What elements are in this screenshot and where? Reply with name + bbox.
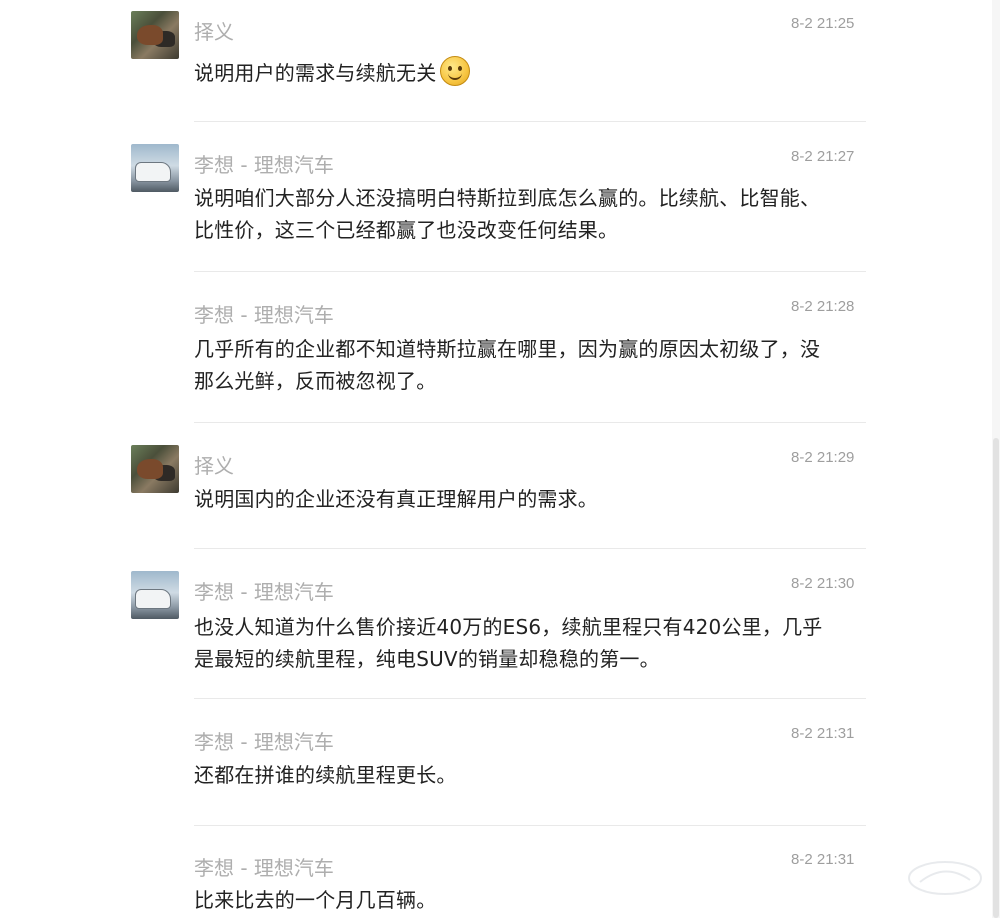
avatar[interactable] xyxy=(131,571,179,619)
comment-text: 比来比去的一个月几百辆。 xyxy=(194,888,437,912)
comment-text-body: 说明用户的需求与续航无关 xyxy=(194,61,437,85)
divider xyxy=(194,121,866,122)
avatar[interactable] xyxy=(131,445,179,493)
divider xyxy=(194,422,866,423)
author-name[interactable]: 李想 - 理想汽车 xyxy=(194,299,334,328)
divider xyxy=(194,271,866,272)
comment-thread: 择义 8-2 21:25 说明用户的需求与续航无关 李想 - 理想汽车 8-2 … xyxy=(0,0,1000,918)
comment-text: 几乎所有的企业都不知道特斯拉赢在哪里，因为赢的原因太初级了，没那么光鲜，反而被忽… xyxy=(194,337,821,393)
author-name[interactable]: 择义 xyxy=(194,450,234,479)
timestamp: 8-2 21:30 xyxy=(791,575,855,592)
comment-text: 说明国内的企业还没有真正理解用户的需求。 xyxy=(194,487,598,511)
author-name[interactable]: 李想 - 理想汽车 xyxy=(194,149,334,178)
timestamp: 8-2 21:29 xyxy=(791,449,855,466)
watermark-logo xyxy=(908,861,982,895)
comment-text: 也没人知道为什么售价接近40万的ES6，续航里程只有420公里，几乎是最短的续航… xyxy=(194,615,823,671)
timestamp: 8-2 21:25 xyxy=(791,15,855,32)
avatar[interactable] xyxy=(131,144,179,192)
divider xyxy=(194,825,866,826)
comment-text: 说明用户的需求与续航无关 xyxy=(194,56,834,89)
author-name[interactable]: 李想 - 理想汽车 xyxy=(194,726,334,755)
comment-text: 还都在拼谁的续航里程更长。 xyxy=(194,763,457,787)
divider xyxy=(194,698,866,699)
timestamp: 8-2 21:31 xyxy=(791,725,855,742)
smiley-emoji-icon xyxy=(440,56,471,86)
author-name[interactable]: 择义 xyxy=(194,16,234,45)
scrollbar-thumb[interactable] xyxy=(993,438,999,918)
author-name[interactable]: 李想 - 理想汽车 xyxy=(194,852,334,881)
divider xyxy=(194,548,866,549)
avatar[interactable] xyxy=(131,11,179,59)
scrollbar[interactable] xyxy=(992,0,1000,918)
timestamp: 8-2 21:27 xyxy=(791,148,855,165)
timestamp: 8-2 21:31 xyxy=(791,851,855,868)
timestamp: 8-2 21:28 xyxy=(791,298,855,315)
author-name[interactable]: 李想 - 理想汽车 xyxy=(194,576,334,605)
comment-text: 说明咱们大部分人还没搞明白特斯拉到底怎么赢的。比续航、比智能、比性价，这三个已经… xyxy=(194,186,821,242)
